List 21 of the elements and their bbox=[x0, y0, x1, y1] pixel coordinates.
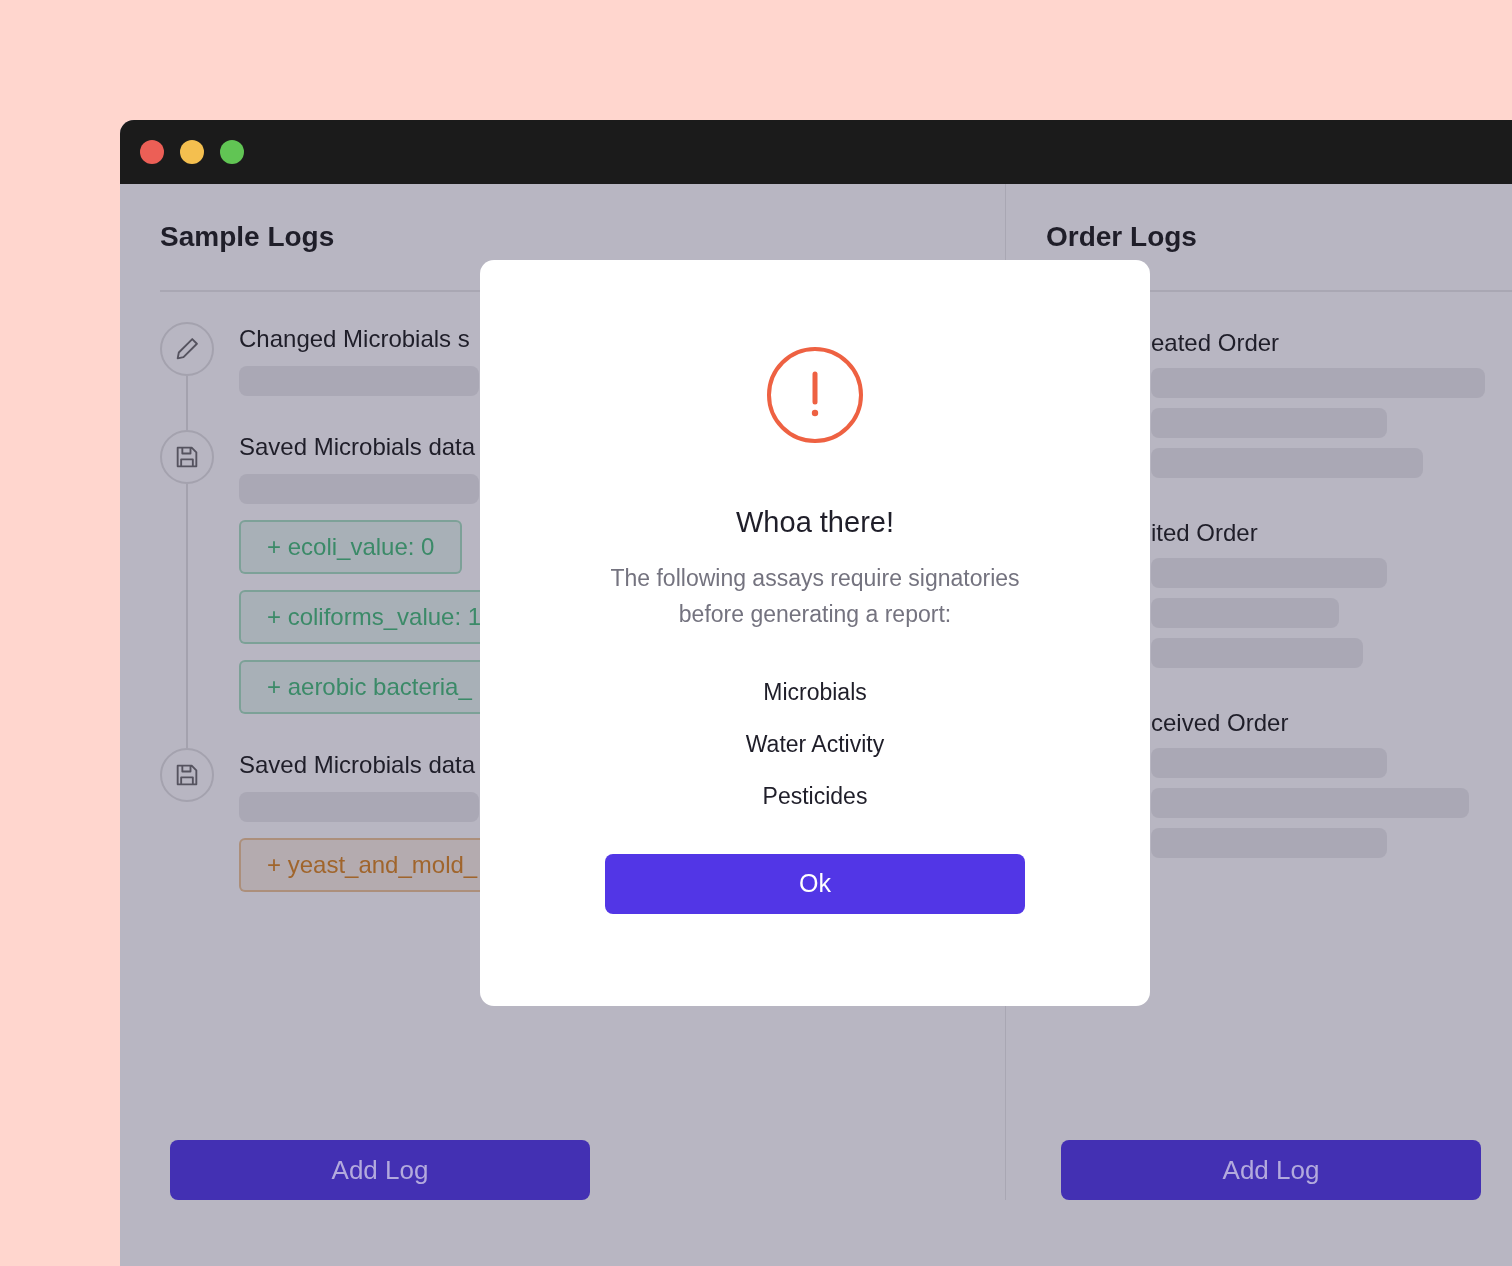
window-control-dot[interactable] bbox=[180, 140, 204, 164]
ok-button[interactable]: Ok bbox=[605, 854, 1025, 914]
add-log-button[interactable]: Add Log bbox=[170, 1140, 590, 1200]
log-entry-text: eated Order bbox=[1151, 328, 1281, 358]
log-entry-text: Saved Microbials data bbox=[239, 750, 477, 780]
add-log-button[interactable]: Add Log bbox=[1061, 1140, 1481, 1200]
log-entry-text: Changed Microbials s bbox=[239, 324, 471, 354]
assay-name: Water Activity bbox=[745, 730, 885, 759]
dialog-title: Whoa there! bbox=[736, 505, 894, 540]
log-entry-text: ceived Order bbox=[1151, 708, 1290, 738]
log-entry-text: ited Order bbox=[1151, 518, 1259, 548]
change-tag: + ecoli_value: 0 bbox=[239, 520, 463, 574]
panel-title: Sample Logs bbox=[160, 220, 335, 254]
dialog-message: The following assays require signatories before generating a report: bbox=[609, 564, 1021, 629]
assay-name: Pesticides bbox=[762, 782, 868, 811]
warning-icon bbox=[766, 346, 864, 444]
panel-title: Order Logs bbox=[1046, 220, 1197, 254]
window-control-dot[interactable] bbox=[140, 140, 164, 164]
log-entry-text: Saved Microbials data bbox=[239, 432, 477, 462]
window-control-dot[interactable] bbox=[220, 140, 244, 164]
assay-name: Microbials bbox=[763, 678, 867, 707]
